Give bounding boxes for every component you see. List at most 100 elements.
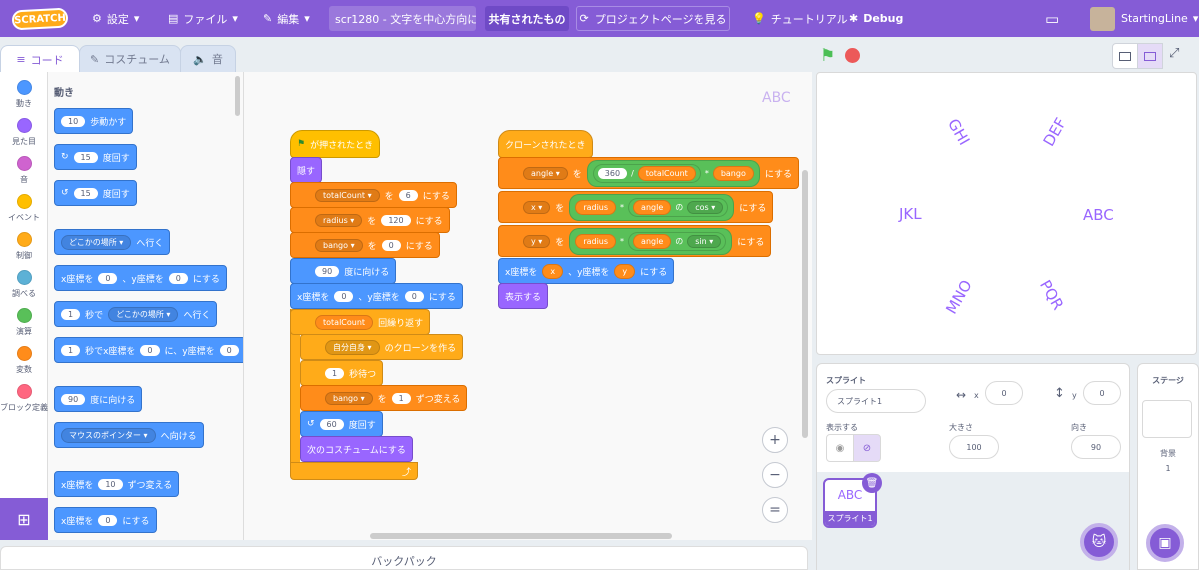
repeat-count-reporter[interactable]: totalCount [315, 314, 374, 330]
number-input[interactable]: 360 [597, 167, 628, 179]
when-flag-clicked-block[interactable]: ⚑ が押されたとき [290, 130, 381, 158]
variable-dropdown[interactable]: x ▾ [523, 200, 551, 214]
category-motion[interactable]: 動き [0, 80, 48, 109]
scratch-logo[interactable]: SCRATCH [11, 7, 69, 31]
glide-xy-block[interactable]: 1 秒でx座標を 0 に、y座標を 0 [54, 337, 243, 363]
category-my-blocks[interactable]: ブロック定義 [0, 384, 48, 413]
repeat-block[interactable]: totalCount 回繰り返す [290, 309, 431, 335]
file-menu[interactable]: ▤ ファイル ▾ [168, 0, 238, 37]
variable-reporter[interactable]: angle [633, 233, 672, 249]
hide-block[interactable]: 隠す [290, 157, 323, 183]
variable-dropdown[interactable]: radius ▾ [315, 213, 363, 227]
turn-right-block[interactable]: ↻ 15 度回す [54, 144, 137, 170]
turn-block[interactable]: ↺ 60 度回す [300, 411, 383, 437]
goto-dropdown[interactable]: どこかの場所 ▾ [61, 234, 132, 250]
x-input[interactable]: 0 [334, 290, 354, 302]
divide-operator[interactable]: 360/totalCount [592, 163, 701, 183]
set-y-block[interactable]: y ▾ を radius * angle の sin ▾ にする [498, 225, 772, 257]
variable-reporter[interactable]: radius [575, 233, 617, 249]
direction-input[interactable]: 90 [1071, 435, 1121, 459]
value-input[interactable]: 6 [398, 189, 418, 201]
x-input[interactable]: 0 [140, 344, 160, 356]
zoom-in-button[interactable]: + [762, 427, 788, 453]
goto-xy-block[interactable]: x座標を x 、y座標を y にする [498, 258, 675, 284]
settings-menu[interactable]: ⚙ 設定 ▾ [92, 0, 139, 37]
small-stage-button[interactable] [1112, 43, 1138, 69]
set-totalcount-block[interactable]: totalCount ▾ を 6 にする [290, 182, 457, 208]
wait-block[interactable]: 1 秒待つ [300, 360, 384, 386]
show-block[interactable]: 表示する [498, 283, 549, 309]
variable-reporter[interactable]: radius [575, 199, 617, 215]
point-direction-block[interactable]: 90 度に向ける [54, 386, 143, 412]
backdrop-thumbnail[interactable] [1142, 400, 1192, 438]
delete-sprite-button[interactable]: 🗑 [862, 473, 882, 493]
variable-dropdown[interactable]: bango ▾ [315, 238, 363, 252]
debug-button[interactable]: ✱ Debug [849, 0, 903, 37]
x-input[interactable]: 0 [98, 272, 118, 284]
math-function-operator[interactable]: angle の sin ▾ [628, 231, 727, 251]
stop-icon[interactable] [845, 48, 860, 63]
dx-input[interactable]: 10 [98, 478, 123, 490]
vertical-scrollbar[interactable] [802, 170, 808, 438]
variable-reporter[interactable]: y [614, 263, 636, 279]
avatar[interactable] [1090, 7, 1115, 31]
degrees-input[interactable]: 15 [73, 187, 98, 199]
variable-reporter[interactable]: angle [633, 199, 672, 215]
category-sensing[interactable]: 調べる [0, 270, 48, 299]
secs-input[interactable]: 1 [61, 308, 81, 320]
goto-xy-block[interactable]: x座標を 0 、y座標を 0 にする [290, 283, 463, 309]
y-input[interactable]: 0 [219, 344, 239, 356]
add-extension-button[interactable]: ⊞ [0, 498, 48, 540]
set-x-block[interactable]: x ▾ を radius * angle の cos ▾ にする [498, 191, 774, 223]
x-input[interactable]: 0 [98, 514, 118, 526]
tab-costume[interactable]: ✎ コスチューム [79, 45, 181, 73]
value-input[interactable]: 1 [391, 392, 411, 404]
script-workspace[interactable]: ABC ⚑ が押されたとき 隠す totalCount ▾ を 6 にする radius… [244, 72, 812, 540]
value-input[interactable]: 0 [381, 239, 401, 251]
category-events[interactable]: イベント [0, 194, 48, 223]
multiply-operator[interactable]: 360/totalCount * bango [586, 159, 760, 187]
variable-dropdown[interactable]: bango ▾ [325, 391, 373, 405]
goto-block[interactable]: どこかの場所 ▾ へ行く [54, 229, 171, 255]
set-bango-block[interactable]: bango ▾ を 0 にする [290, 232, 440, 258]
normal-stage-button[interactable] [1137, 43, 1163, 69]
category-looks[interactable]: 見た目 [0, 118, 48, 147]
zoom-out-button[interactable]: − [762, 462, 788, 488]
steps-input[interactable]: 10 [61, 115, 86, 127]
function-dropdown[interactable]: cos ▾ [687, 200, 724, 214]
variable-dropdown[interactable]: totalCount ▾ [315, 188, 380, 202]
project-title-input[interactable]: scr1280 - 文字を中心方向に… [329, 6, 476, 31]
create-clone-block[interactable]: 自分自身 ▾ のクローンを作る [300, 334, 464, 360]
sprite-name-input[interactable]: スプライト1 [826, 389, 926, 413]
degrees-input[interactable]: 60 [319, 418, 344, 430]
move-steps-block[interactable]: 10 歩動かす [54, 108, 134, 134]
zoom-reset-button[interactable]: = [762, 497, 788, 523]
when-cloned-block[interactable]: クローンされたとき [498, 130, 593, 158]
category-variables[interactable]: 変数 [0, 346, 48, 375]
change-x-block[interactable]: x座標を 10 ずつ変える [54, 471, 180, 497]
direction-input[interactable]: 90 [315, 265, 340, 277]
direction-input[interactable]: 90 [61, 393, 86, 405]
folder-icon[interactable]: ▭ [1045, 0, 1059, 37]
math-function-operator[interactable]: angle の cos ▾ [628, 197, 729, 217]
tab-code[interactable]: ≡ コード [0, 45, 80, 73]
green-flag-icon[interactable]: ⚑ [820, 46, 835, 66]
show-sprite-button[interactable]: ◉ [826, 434, 854, 462]
glide-dropdown[interactable]: どこかの場所 ▾ [108, 306, 179, 322]
y-input[interactable]: 0 [404, 290, 424, 302]
stage-canvas[interactable]: GHI DEF JKL ABC MNO PQR [816, 72, 1197, 355]
secs-input[interactable]: 1 [325, 367, 345, 379]
change-bango-block[interactable]: bango ▾ を 1 ずつ変える [300, 385, 468, 411]
size-input[interactable]: 100 [949, 435, 999, 459]
horizontal-scrollbar[interactable] [370, 533, 672, 539]
variable-reporter[interactable]: x [542, 263, 564, 279]
tutorial-button[interactable]: 💡 チュートリアル [752, 0, 848, 37]
backpack[interactable]: バックパック [0, 546, 808, 570]
x-input[interactable]: 0 [985, 381, 1023, 405]
variable-dropdown[interactable]: angle ▾ [523, 166, 568, 180]
edit-menu[interactable]: ✎ 編集 ▾ [263, 0, 310, 37]
tab-sound[interactable]: 🔈 音 [180, 45, 236, 73]
multiply-operator[interactable]: radius * angle の cos ▾ [569, 193, 735, 221]
category-sound[interactable]: 音 [0, 156, 48, 185]
variable-dropdown[interactable]: y ▾ [523, 234, 551, 248]
